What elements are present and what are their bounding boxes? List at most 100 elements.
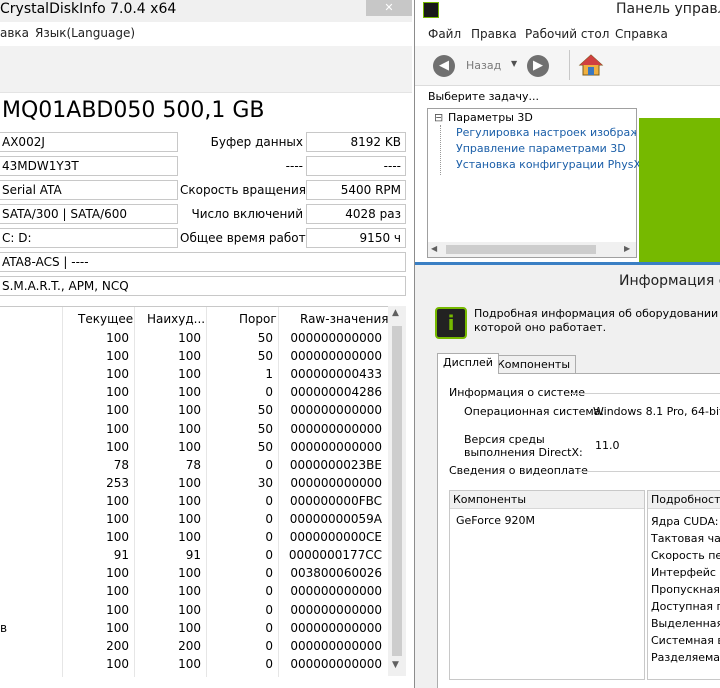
features-field: S.M.A.R.T., APM, NCQ xyxy=(0,276,406,296)
header-current[interactable]: Текущее xyxy=(78,312,133,326)
smart-row[interactable]: 100 100 0 000000004286 xyxy=(0,383,388,401)
smart-row[interactable]: 91 91 0 0000000177CC xyxy=(0,546,388,564)
gpu-component-item[interactable]: GeForce 920M xyxy=(456,514,535,527)
scroll-right-icon[interactable]: ▶ xyxy=(624,244,630,253)
smart-cell-worst: 100 xyxy=(178,475,201,490)
smart-cell-current: 100 xyxy=(106,439,129,454)
smart-cell-threshold: 0 xyxy=(265,602,273,617)
smart-row[interactable]: 100 100 0 000000000000 xyxy=(0,582,388,600)
smart-cell-raw: 00000000059A xyxy=(289,512,382,526)
smart-cell-current: 100 xyxy=(106,385,129,400)
menu-item-desktop[interactable]: Рабочий стол xyxy=(525,27,609,41)
smart-row[interactable]: 100 100 0 00000000059A xyxy=(0,510,388,528)
power-hours-value: 9150 ч xyxy=(306,228,406,248)
banner-header xyxy=(639,86,720,118)
cdi-window-title: CrystalDiskInfo 7.0.4 x64 xyxy=(0,1,177,17)
smart-cell-current: 100 xyxy=(106,421,129,436)
tree-item-manage-3d[interactable]: Управление параметрами 3D xyxy=(456,142,626,155)
info-icon: i xyxy=(435,307,467,339)
transfer-mode-field: SATA/300 | SATA/600 xyxy=(0,204,178,224)
smart-cell-worst: 100 xyxy=(178,620,201,635)
detail-item: Доступная гр xyxy=(651,600,720,613)
smart-cell-raw: 000000000000 xyxy=(290,584,382,599)
nv-title-bar[interactable]: Панель управл xyxy=(415,0,720,22)
history-dropdown-icon[interactable]: ▼ xyxy=(511,59,517,68)
smart-cell-raw: 000000000000 xyxy=(290,638,382,653)
menu-item-file[interactable]: Файл xyxy=(428,27,461,41)
smart-cell-threshold: 0 xyxy=(265,530,273,545)
tree-horizontal-scrollbar[interactable]: ◀ ▶ xyxy=(428,242,636,257)
smart-cell-raw: 0000000023BE xyxy=(289,457,382,472)
detail-item: Скорость пер xyxy=(651,549,720,562)
cdi-menu-bar: авка Язык(Language) xyxy=(0,23,412,44)
smart-cell-worst: 100 xyxy=(178,385,201,400)
smart-row[interactable]: 100 100 0 003800060026 xyxy=(0,564,388,582)
smart-row[interactable]: 78 78 0 0000000023BE xyxy=(0,456,388,474)
tree-item-image-settings[interactable]: Регулировка настроек изображе xyxy=(456,126,636,139)
smart-cell-worst: 91 xyxy=(185,548,201,563)
smart-cell-current: 100 xyxy=(106,331,129,345)
smart-cell-worst: 100 xyxy=(178,530,201,545)
disk-model-title: MQ01ABD050 500,1 GB xyxy=(2,98,265,123)
smart-row[interactable]: 100 100 50 000000000000 xyxy=(0,329,388,347)
tree-root-3d-settings[interactable]: Параметры 3D xyxy=(448,111,533,124)
tab-display[interactable]: Дисплей xyxy=(437,353,499,374)
scrollbar-thumb[interactable] xyxy=(392,326,402,656)
components-header[interactable]: Компоненты xyxy=(450,491,644,509)
tree-item-physx[interactable]: Установка конфигурации PhysX xyxy=(456,158,641,171)
smart-row[interactable]: 100 100 0 000000000000 xyxy=(0,601,388,619)
gpu-info-heading: Сведения о видеоплате xyxy=(449,464,588,477)
forward-arrow-icon[interactable]: ▶ xyxy=(527,55,549,77)
dialog-title: Информация с xyxy=(619,273,720,289)
smart-cell-raw: 000000000000 xyxy=(290,602,382,617)
menu-item-edit[interactable]: Правка xyxy=(471,27,517,41)
buffer-label: Буфер данных xyxy=(210,135,303,149)
back-arrow-icon[interactable]: ◀ xyxy=(433,55,455,77)
smart-cell-current: 100 xyxy=(106,403,129,418)
smart-row[interactable]: 100 100 0 000000000FBC xyxy=(0,492,388,510)
smart-cell-threshold: 0 xyxy=(265,457,273,472)
details-header[interactable]: Подробности xyxy=(648,491,720,509)
nv-menu-bar: Файл Правка Рабочий стол Справка xyxy=(415,24,720,44)
close-button[interactable]: ✕ xyxy=(366,0,412,16)
header-worst[interactable]: Наихуд... xyxy=(147,312,205,326)
details-header-label: Подробности xyxy=(651,493,720,506)
toolbar-separator xyxy=(569,50,570,80)
smart-row[interactable]: 100 100 50 000000000000 xyxy=(0,401,388,419)
smart-row[interactable]: 100 100 1 000000000433 xyxy=(0,365,388,383)
scroll-down-icon[interactable]: ▼ xyxy=(392,660,399,670)
smart-cell-raw: 000000000433 xyxy=(290,367,382,382)
smart-row[interactable]: 100 100 0 0000000000CE xyxy=(0,528,388,546)
header-threshold[interactable]: Порог xyxy=(239,312,277,326)
smart-cell-raw: 000000000000 xyxy=(290,475,382,490)
smart-row[interactable]: 100 100 50 000000000000 xyxy=(0,420,388,438)
tree-collapse-icon[interactable]: ⊟ xyxy=(434,111,443,124)
tab-components[interactable]: Компоненты xyxy=(491,355,577,375)
tree-scroll-thumb[interactable] xyxy=(446,245,596,254)
smart-cell-raw: 000000000FBC xyxy=(289,493,382,508)
header-raw[interactable]: Raw-значения xyxy=(300,312,389,326)
smart-row[interactable]: 253 100 30 000000000000 xyxy=(0,474,388,492)
detail-item: Тактовая час xyxy=(651,532,720,545)
home-icon[interactable] xyxy=(578,53,604,77)
smart-row[interactable]: 200 200 0 000000000000 xyxy=(0,637,388,655)
smart-cell-current: 100 xyxy=(106,349,129,364)
smart-cell-raw: 000000000000 xyxy=(290,439,382,454)
smart-cell-raw: 0000000000CE xyxy=(289,530,382,545)
smart-row[interactable]: 100 100 0 000000000000 xyxy=(0,655,388,673)
back-label[interactable]: Назад xyxy=(466,59,501,72)
smart-cell-threshold: 50 xyxy=(257,331,273,345)
menu-item-help[interactable]: Справка xyxy=(615,27,668,41)
smart-row[interactable]: в 100 100 0 000000000000 xyxy=(0,619,388,637)
firmware-field: AX002J xyxy=(0,132,178,152)
menu-item-edit[interactable]: авка xyxy=(0,26,29,40)
smart-row[interactable]: 100 100 50 000000000000 xyxy=(0,347,388,365)
menu-item-language[interactable]: Язык(Language) xyxy=(35,26,135,40)
task-tree: ⊟ Параметры 3D Регулировка настроек изоб… xyxy=(427,108,641,258)
smart-row[interactable]: 100 100 50 000000000000 xyxy=(0,438,388,456)
scroll-left-icon[interactable]: ◀ xyxy=(431,244,437,253)
scroll-up-icon[interactable]: ▲ xyxy=(392,308,399,318)
serial-field: 43MDW1Y3T xyxy=(0,156,178,176)
cdi-title-bar[interactable]: CrystalDiskInfo 7.0.4 x64 ✕ xyxy=(0,0,412,22)
smart-cell-current: 78 xyxy=(113,457,129,472)
